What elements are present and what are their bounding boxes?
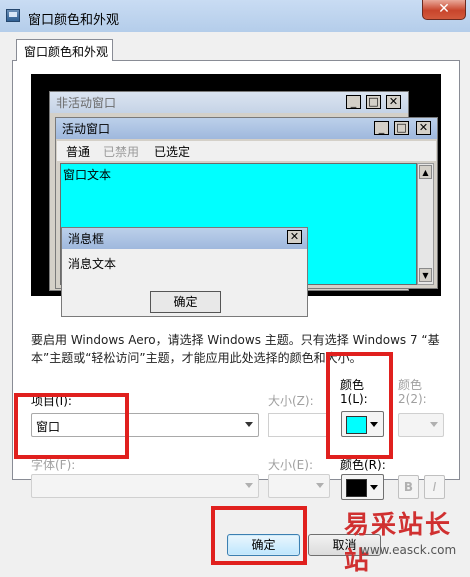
size2-select[interactable] [268,474,330,498]
chevron-down-icon [245,422,253,427]
watermark-url: www.easck.com [360,543,457,557]
bold-button[interactable]: B [398,475,419,499]
active-close-icon: ✕ [416,121,431,135]
font-select[interactable] [31,474,259,498]
annotation-box-color [326,352,393,459]
size1-spinner[interactable] [268,413,330,437]
inactive-maximize-icon: □ [366,95,381,109]
msgbox-text: 消息文本 [68,257,117,271]
chevron-down-icon [245,483,253,488]
color2-label-line2: 2(2): [398,392,427,406]
menu-selected: 已选定 [154,145,191,159]
preview-menubar: 普通 已禁用 已选定 [57,141,436,161]
color2-button[interactable] [398,413,444,437]
window-text: 窗口文本 [63,168,112,182]
size1-label: 大小(Z): [268,394,314,408]
scroll-up-icon: ▲ [419,165,432,179]
msgbox-close-icon: ✕ [287,230,302,244]
active-maximize-icon: □ [394,121,409,135]
menu-disabled: 已禁用 [103,145,140,159]
active-minimize-icon: _ [374,121,389,135]
italic-button[interactable]: I [424,475,445,499]
app-icon [6,9,20,22]
window-close-button[interactable]: ✕ [422,0,466,20]
color2-label-line1: 颜色 [398,378,423,392]
msgbox-title: 消息框 [62,228,307,249]
message-box-preview: 消息框 ✕ 消息文本 确定 [61,227,308,317]
size2-label: 大小(E): [268,458,313,472]
annotation-box-item [14,393,129,459]
inactive-close-icon: ✕ [386,95,401,109]
font-color-swatch [346,479,367,497]
chevron-down-icon [430,422,438,427]
window-title: 窗口颜色和外观 [28,13,120,28]
chevron-down-icon [370,485,378,490]
msgbox-ok-button: 确定 [150,291,221,313]
chevron-down-icon [316,483,324,488]
watermark-title: 易采站长站 [344,510,453,575]
inactive-minimize-icon: _ [346,95,361,109]
menu-normal: 普通 [66,145,91,159]
watermark: 易采站长站 www.easck.com [330,500,470,575]
font-color-button[interactable] [341,474,384,500]
annotation-box-ok [211,506,307,565]
preview-scrollbar: ▲ ▼ [417,163,434,285]
scroll-down-icon: ▼ [419,268,432,282]
tab-window-color[interactable]: 窗口颜色和外观 [16,39,113,61]
